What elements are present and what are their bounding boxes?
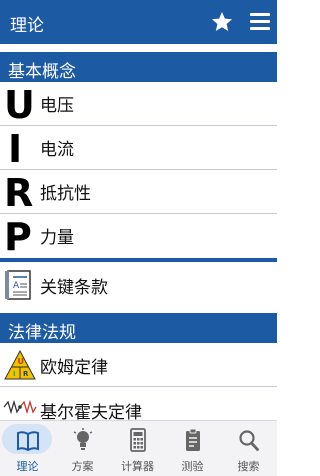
search-icon: [238, 430, 259, 451]
tab-label: 方案: [71, 460, 94, 473]
key-terms-label: 关键条款: [40, 278, 108, 298]
book-icon: [16, 431, 39, 452]
concept-label: 电压: [40, 96, 74, 116]
concept-label: 力量: [40, 228, 74, 248]
tab-quiz[interactable]: 测验: [165, 421, 220, 476]
menu-icon[interactable]: [250, 13, 270, 31]
calculator-icon: [129, 428, 146, 452]
clipboard-icon: [185, 428, 200, 451]
app-bar: 理论: [0, 0, 277, 44]
concept-letter: P: [4, 215, 32, 259]
concept-letter: U: [4, 83, 35, 127]
law-label: 欧姆定律: [40, 358, 108, 378]
svg-text:A: A: [13, 281, 20, 291]
concept-label: 抵抗性: [40, 184, 91, 204]
key-terms-row[interactable]: A 关键条款: [0, 262, 277, 308]
app-title: 理论: [10, 16, 44, 36]
concept-row-current[interactable]: I 电流: [0, 126, 277, 170]
circuit-icon: [3, 399, 37, 415]
concept-row-resistance[interactable]: R 抵抗性: [0, 170, 277, 214]
tab-label: 搜索: [237, 460, 260, 473]
bottom-tab-bar: 理论 方案 计算器 测验 搜索: [0, 420, 277, 476]
tab-theory[interactable]: 理论: [0, 421, 55, 476]
tab-plan[interactable]: 方案: [55, 421, 110, 476]
concept-letter: R: [4, 171, 34, 215]
concept-label: 电流: [40, 140, 74, 160]
document-icon: A: [5, 270, 31, 300]
tab-calculator[interactable]: 计算器: [110, 421, 165, 476]
svg-text:I: I: [13, 370, 16, 378]
concept-row-voltage[interactable]: U 电压: [0, 82, 277, 126]
section-title: 法律法规: [8, 323, 76, 343]
svg-text:U: U: [18, 357, 25, 366]
section-title: 基本概念: [8, 62, 76, 82]
law-row-kirchhoff[interactable]: 基尔霍夫定律: [0, 387, 277, 423]
concept-row-power[interactable]: P 力量: [0, 214, 277, 258]
section-header-laws: 法律法规: [0, 313, 277, 343]
concept-letter: I: [8, 127, 23, 171]
tab-search[interactable]: 搜索: [220, 421, 277, 476]
star-icon[interactable]: [210, 10, 234, 34]
section-header-basic-concepts: 基本概念: [0, 52, 277, 82]
tab-label: 理论: [16, 460, 39, 473]
tab-label: 测验: [181, 460, 204, 473]
lightbulb-icon: [73, 428, 92, 450]
svg-text:R: R: [23, 370, 29, 378]
tab-label: 计算器: [121, 460, 154, 473]
ohm-triangle-icon: U I R: [4, 350, 36, 380]
law-row-ohm[interactable]: U I R 欧姆定律: [0, 343, 277, 387]
